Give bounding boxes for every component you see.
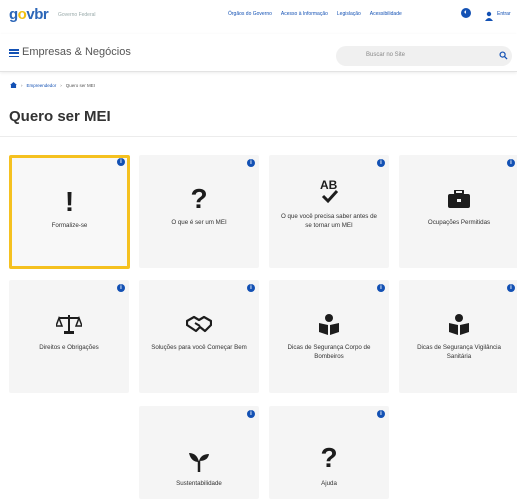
briefcase-icon (399, 185, 517, 213)
card-label: Ocupações Permitidas (427, 219, 491, 226)
info-icon[interactable]: i (117, 284, 125, 292)
card-label: Dicas de Segurança Corpo de Bombeiros (287, 344, 371, 360)
home-icon[interactable] (10, 82, 17, 88)
search-icon[interactable] (499, 51, 508, 60)
link-orgaos[interactable]: Órgãos do Governo (228, 11, 272, 17)
logo-subtitle: Governo Federal (58, 12, 96, 18)
link-acessibilidade[interactable]: Acessibilidade (370, 11, 402, 17)
top-links: Órgãos do Governo Acesso à Informação Le… (228, 11, 402, 17)
card-solucoes-comecar-bem[interactable]: i Soluções para você Começar Bem (139, 280, 259, 393)
question-icon: ? (320, 442, 338, 473)
card-label: O que é ser um MEI (171, 219, 227, 226)
reader-icon (399, 310, 517, 338)
spellcheck-icon: AB (269, 177, 389, 205)
link-legislacao[interactable]: Legislação (337, 11, 361, 17)
breadcrumb-item-empreendedor[interactable]: Empreendedor (27, 83, 57, 88)
card-o-que-e-ser-mei[interactable]: i ? O que é ser um MEI (139, 155, 259, 268)
card-formalize-se[interactable]: i ! Formalize-se (9, 155, 130, 269)
search-placeholder: Buscar no Site (366, 52, 406, 58)
seedling-icon (139, 448, 259, 476)
top-bar: govbr Governo Federal Órgãos do Governo … (0, 0, 517, 34)
entrar-link[interactable]: Entrar (497, 11, 511, 17)
card-label: Soluções para você Começar Bem (151, 344, 247, 351)
site-section-title[interactable]: Empresas & Negócios (22, 46, 131, 58)
info-icon[interactable]: i (507, 159, 515, 167)
logo-letter-g: g (9, 6, 18, 23)
card-label: Formalize-se (51, 222, 88, 229)
info-icon[interactable]: i (247, 284, 255, 292)
card-direitos-e-obrigacoes[interactable]: i Direitos e Obrigações (9, 280, 129, 393)
info-icon[interactable]: i (117, 158, 125, 166)
breadcrumb: › Empreendedor › Quero ser MEI (10, 82, 95, 88)
card-label: Sustentabilidade (176, 480, 222, 487)
reader-icon (269, 310, 389, 338)
card-label: Direitos e Obrigações (39, 344, 99, 351)
govbr-logo[interactable]: govbr (9, 6, 49, 23)
card-ajuda[interactable]: i ? Ajuda (269, 406, 389, 499)
card-ocupacoes-permitidas[interactable]: i Ocupações Permitidas (399, 155, 517, 268)
card-label: Ajuda (321, 480, 337, 487)
nav-bar: Empresas & Negócios Buscar no Site (0, 34, 517, 72)
exclamation-icon: ! (64, 186, 75, 217)
card-label: Dicas de Segurança Vigilância Sanitária (417, 344, 501, 360)
user-icon[interactable] (484, 8, 494, 21)
logo-letters-br: br (34, 6, 49, 23)
search-input[interactable]: Buscar no Site (336, 46, 512, 66)
page-title: Quero ser MEI (9, 108, 111, 125)
breadcrumb-item-current: Quero ser MEI (65, 82, 96, 88)
card-sustentabilidade[interactable]: i Sustentabilidade (139, 406, 259, 499)
chevron-right-icon: › (21, 82, 23, 88)
divider (0, 136, 517, 137)
card-dicas-corpo-de-bombeiros[interactable]: i Dicas de Segurança Corpo de Bombeiros (269, 280, 389, 393)
info-icon[interactable]: i (377, 410, 385, 418)
scale-icon (9, 310, 129, 338)
contrast-icon[interactable]: ◐ (461, 8, 471, 18)
link-acesso-informacao[interactable]: Acesso à Informação (281, 11, 328, 17)
svg-text:AB: AB (320, 178, 338, 192)
chevron-right-icon: › (60, 82, 62, 88)
card-o-que-voce-precisa-saber[interactable]: i AB O que você precisa saber antes de s… (269, 155, 389, 268)
card-label: O que você precisa saber antes de se tor… (281, 213, 377, 229)
question-icon: ? (190, 183, 208, 214)
info-icon[interactable]: i (507, 284, 515, 292)
hamburger-menu-icon[interactable] (9, 49, 19, 58)
info-icon[interactable]: i (247, 410, 255, 418)
info-icon[interactable]: i (377, 284, 385, 292)
info-icon[interactable]: i (247, 159, 255, 167)
handshake-icon (139, 310, 259, 338)
card-dicas-vigilancia-sanitaria[interactable]: i Dicas de Segurança Vigilância Sanitári… (399, 280, 517, 393)
info-icon[interactable]: i (377, 159, 385, 167)
logo-letter-v: v (26, 6, 35, 23)
